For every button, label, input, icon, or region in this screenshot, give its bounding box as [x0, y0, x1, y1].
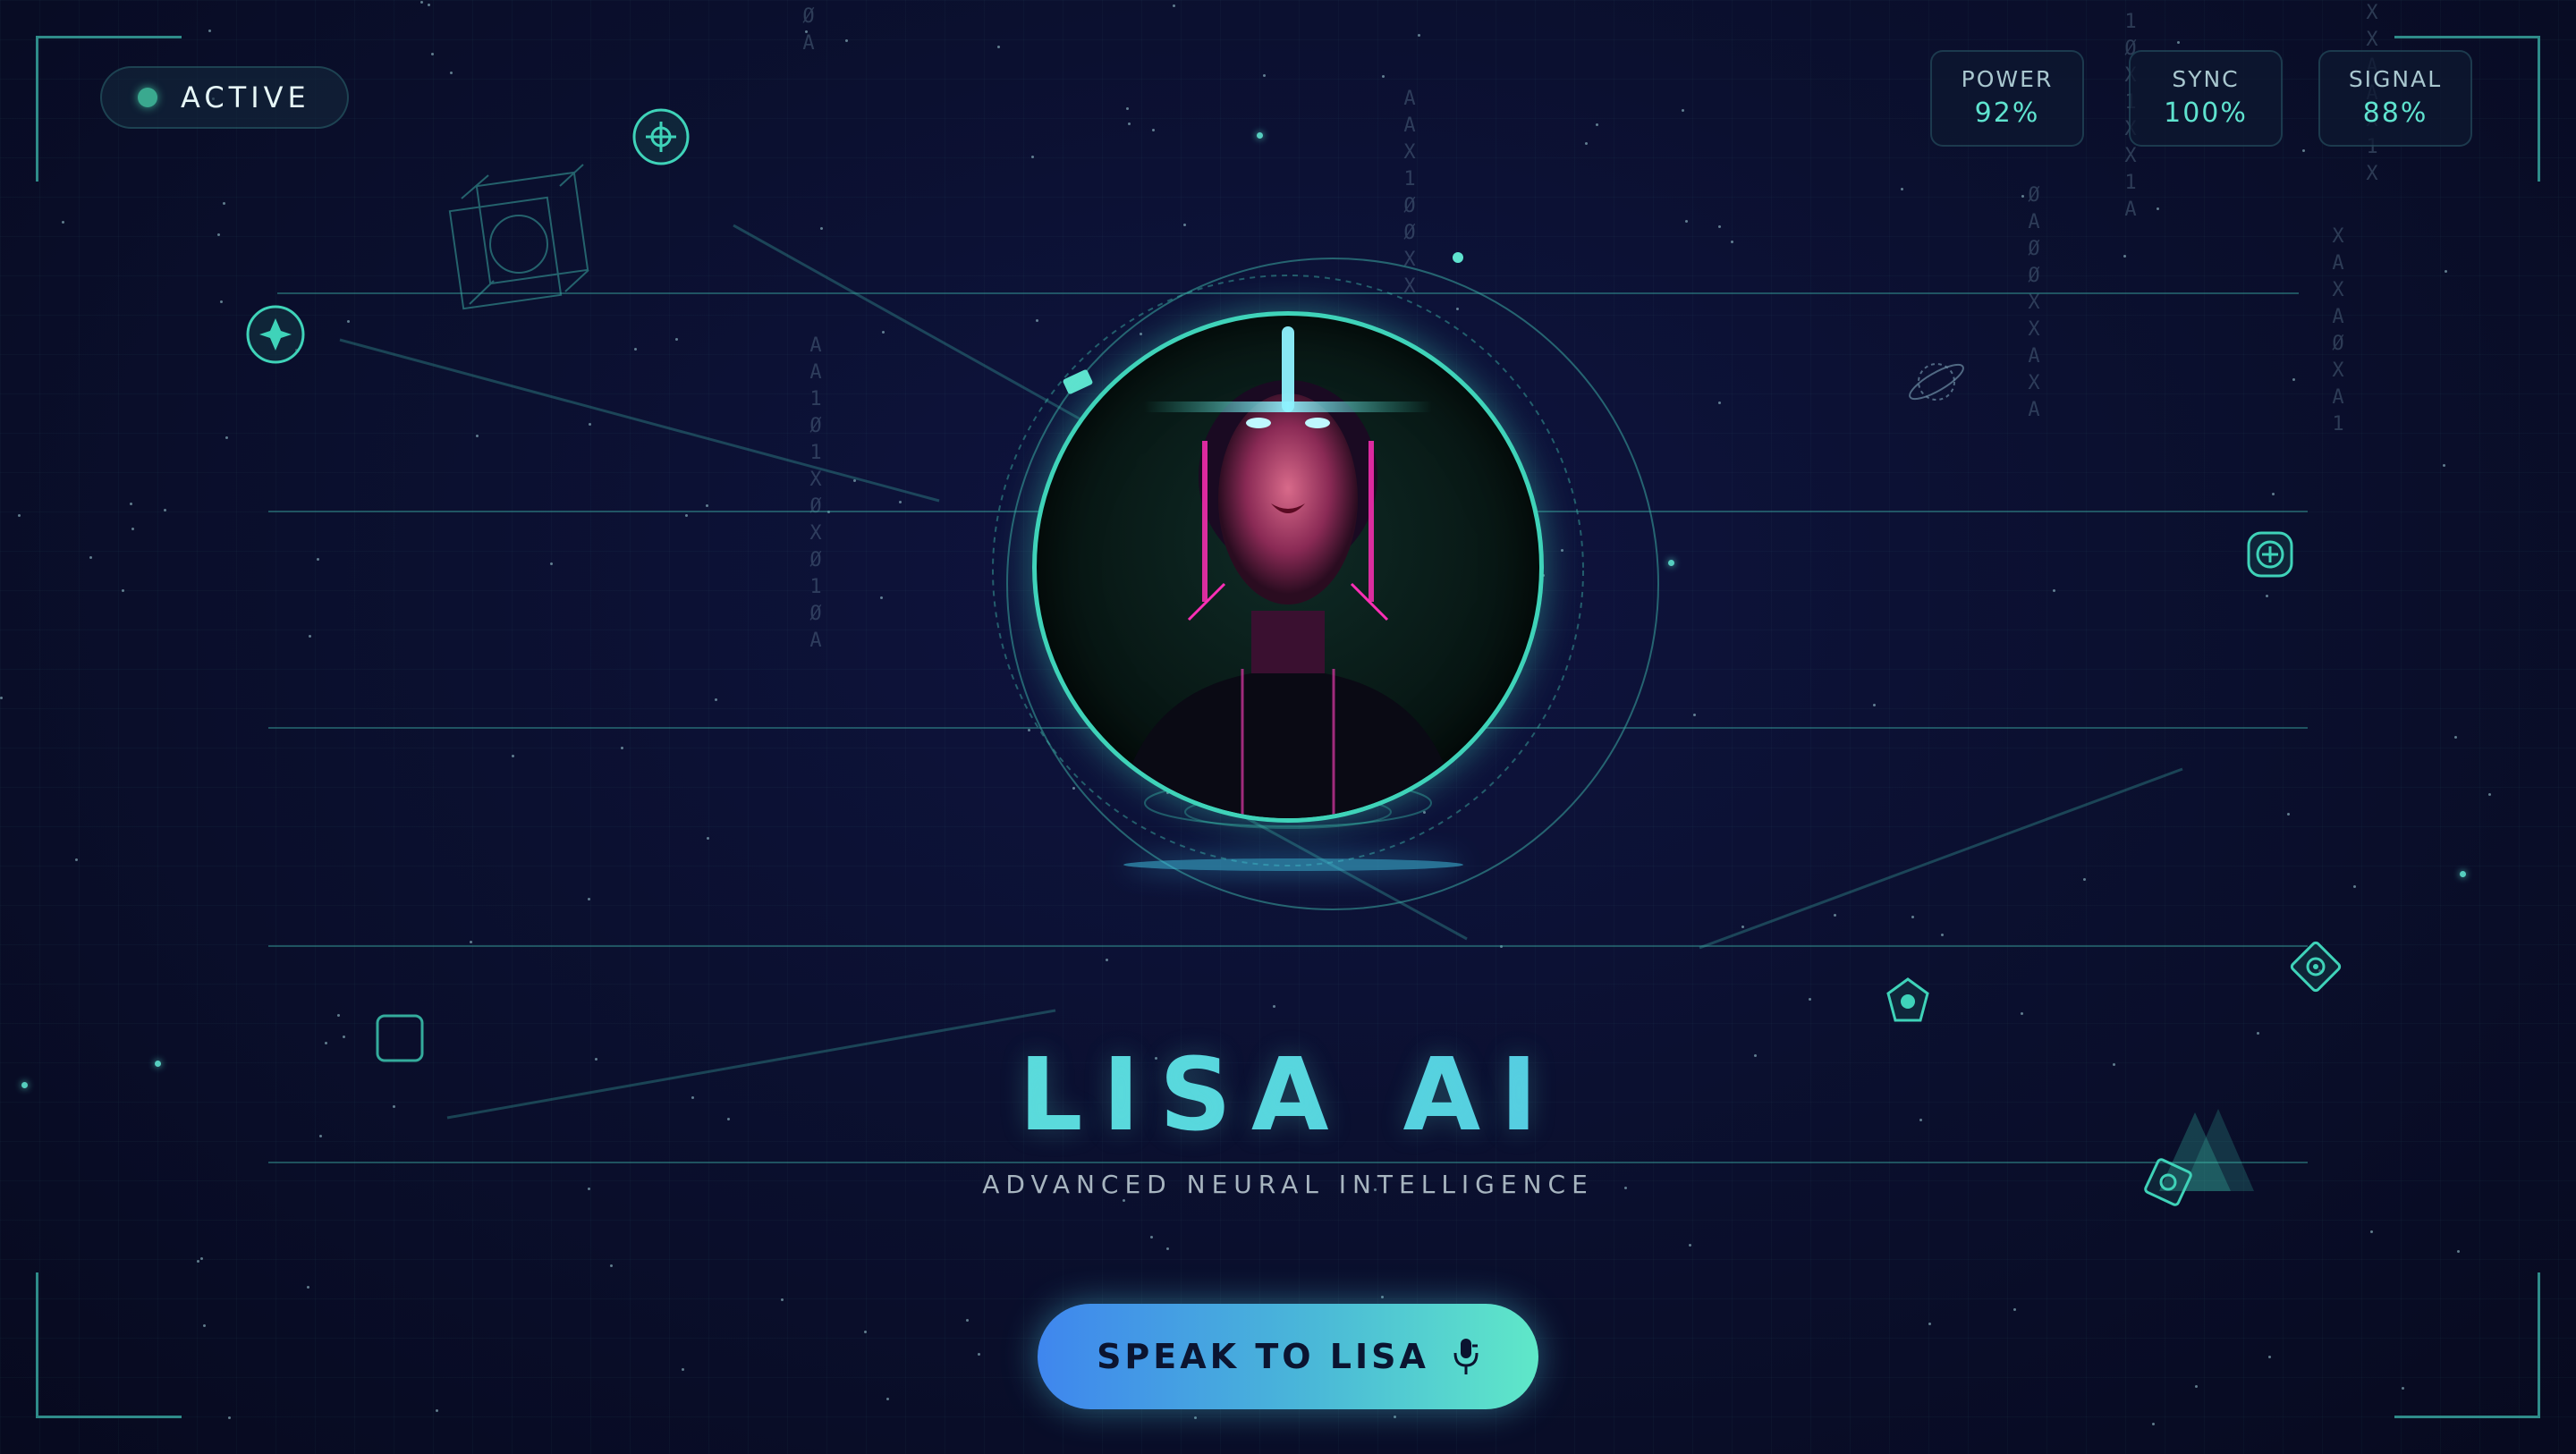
hud-corner [2394, 1272, 2540, 1418]
metric-label: SIGNAL [2348, 66, 2443, 92]
hologram-base [1123, 858, 1463, 871]
pentagon-chat-icon [1886, 977, 1929, 1022]
metric-signal: SIGNAL 88% [2318, 50, 2472, 147]
diagonal-beam [733, 224, 1083, 422]
page-subtitle: ADVANCED NEURAL INTELLIGENCE [982, 1170, 1594, 1199]
status-indicator: ACTIVE [100, 66, 349, 129]
satellite-icon [1063, 369, 1093, 394]
avatar [1032, 311, 1544, 823]
metric-value: 100% [2164, 97, 2248, 129]
hud-corner [36, 1272, 182, 1418]
diamond-target-icon [2290, 941, 2342, 993]
avatar-portrait [1117, 326, 1459, 818]
diagonal-beam [339, 338, 940, 503]
metric-value: 92% [1974, 97, 2040, 129]
metric-power: POWER 92% [1930, 50, 2084, 147]
metric-value: 88% [2362, 97, 2428, 129]
status-label: ACTIVE [181, 80, 310, 114]
microphone-icon [1453, 1339, 1479, 1374]
diagonal-beam [1699, 767, 2183, 950]
page-title: LISA AI [0, 1037, 2576, 1154]
star-icon [246, 305, 305, 364]
speak-button[interactable]: SPEAK TO LISA [1038, 1304, 1538, 1409]
orbit-node [1453, 252, 1463, 263]
status-dot [138, 88, 157, 107]
speak-button-label: SPEAK TO LISA [1097, 1337, 1429, 1376]
crosshair-icon [632, 108, 690, 165]
plus-circle-icon [2247, 531, 2293, 578]
cube-wireframe-icon [448, 164, 589, 310]
metric-label: POWER [1961, 66, 2054, 92]
planet-icon [1909, 363, 1964, 401]
metric-sync: SYNC 100% [2129, 50, 2283, 147]
metric-label: SYNC [2172, 66, 2240, 92]
